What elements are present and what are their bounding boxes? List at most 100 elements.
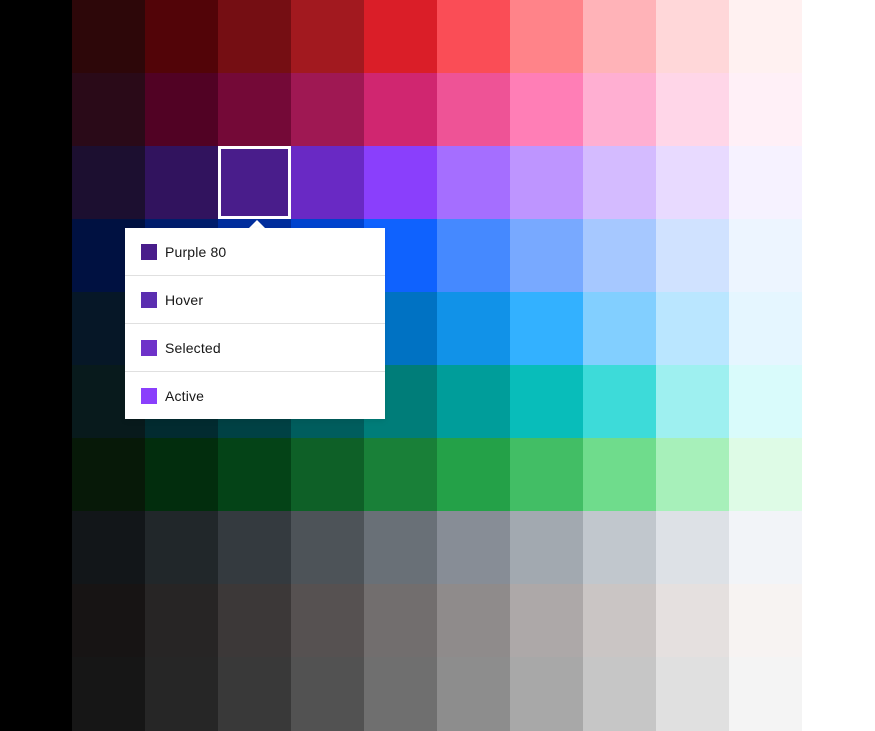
color-swatch[interactable] <box>729 438 802 511</box>
color-swatch[interactable] <box>583 292 656 365</box>
color-swatch[interactable] <box>437 146 510 219</box>
color-swatch[interactable] <box>729 511 802 584</box>
color-swatch[interactable] <box>510 584 583 657</box>
color-swatch[interactable] <box>510 438 583 511</box>
color-swatch[interactable] <box>656 146 729 219</box>
color-swatch[interactable] <box>145 146 218 219</box>
color-swatch[interactable] <box>218 0 291 73</box>
color-swatch[interactable] <box>145 584 218 657</box>
color-swatch[interactable] <box>510 511 583 584</box>
color-swatch[interactable] <box>510 657 583 731</box>
color-swatch[interactable] <box>656 292 729 365</box>
color-swatch[interactable] <box>72 146 145 219</box>
color-swatch[interactable] <box>583 584 656 657</box>
color-swatch[interactable] <box>656 438 729 511</box>
color-swatch[interactable] <box>656 73 729 146</box>
hover-label: Hover <box>165 291 204 308</box>
tooltip-row-selected: Selected <box>125 324 385 372</box>
color-swatch[interactable] <box>656 0 729 73</box>
tooltip-row-token: Purple 80 <box>125 228 385 276</box>
color-swatch[interactable] <box>510 0 583 73</box>
color-swatch[interactable] <box>145 657 218 731</box>
selected-label: Selected <box>165 339 221 356</box>
color-swatch[interactable] <box>583 0 656 73</box>
color-swatch[interactable] <box>729 657 802 731</box>
color-swatch[interactable] <box>656 365 729 438</box>
color-swatch[interactable] <box>583 438 656 511</box>
color-swatch[interactable] <box>583 73 656 146</box>
color-swatch[interactable] <box>218 657 291 731</box>
tooltip-row-active: Active <box>125 372 385 419</box>
color-swatch[interactable] <box>510 365 583 438</box>
color-swatch[interactable] <box>364 584 437 657</box>
color-tooltip: Purple 80 Hover Selected Active <box>125 228 385 419</box>
color-swatch[interactable] <box>291 73 364 146</box>
color-swatch[interactable] <box>437 0 510 73</box>
hover-color-chip <box>141 291 157 308</box>
color-swatch[interactable] <box>72 438 145 511</box>
token-color-chip <box>141 243 157 260</box>
color-swatch[interactable] <box>291 146 364 219</box>
color-swatch[interactable] <box>437 219 510 292</box>
color-swatch[interactable] <box>364 0 437 73</box>
color-swatch[interactable] <box>72 0 145 73</box>
color-swatch[interactable] <box>364 438 437 511</box>
color-swatch[interactable] <box>72 511 145 584</box>
color-swatch[interactable] <box>291 584 364 657</box>
color-swatch[interactable] <box>291 657 364 731</box>
color-swatch[interactable] <box>218 511 291 584</box>
color-swatch[interactable] <box>364 73 437 146</box>
color-swatch[interactable] <box>729 219 802 292</box>
color-swatch[interactable] <box>510 146 583 219</box>
color-swatch[interactable] <box>437 584 510 657</box>
color-swatch[interactable] <box>656 657 729 731</box>
color-swatch[interactable] <box>291 511 364 584</box>
black-column <box>0 0 72 731</box>
color-swatch[interactable] <box>583 511 656 584</box>
color-swatch[interactable] <box>437 657 510 731</box>
color-swatch[interactable] <box>510 73 583 146</box>
color-swatch[interactable] <box>218 438 291 511</box>
color-swatch[interactable] <box>364 146 437 219</box>
color-swatch[interactable] <box>145 438 218 511</box>
color-swatch[interactable] <box>510 292 583 365</box>
color-swatch[interactable] <box>583 365 656 438</box>
color-swatch[interactable] <box>583 657 656 731</box>
color-swatch[interactable] <box>291 0 364 73</box>
selected-color-chip <box>141 339 157 356</box>
color-swatch[interactable] <box>437 365 510 438</box>
color-swatch[interactable] <box>729 292 802 365</box>
color-swatch[interactable] <box>437 73 510 146</box>
color-swatch[interactable] <box>145 73 218 146</box>
color-swatch[interactable] <box>729 584 802 657</box>
color-swatch[interactable] <box>583 146 656 219</box>
color-swatch[interactable] <box>656 584 729 657</box>
color-swatch-selected[interactable] <box>218 146 291 219</box>
color-swatch[interactable] <box>656 511 729 584</box>
color-swatch[interactable] <box>437 511 510 584</box>
color-swatch[interactable] <box>145 511 218 584</box>
color-swatch[interactable] <box>72 584 145 657</box>
color-swatch[interactable] <box>729 73 802 146</box>
token-name-label: Purple 80 <box>165 243 227 260</box>
color-swatch[interactable] <box>145 0 218 73</box>
color-swatch[interactable] <box>729 146 802 219</box>
color-swatch[interactable] <box>729 365 802 438</box>
active-color-chip <box>141 387 157 404</box>
color-swatch[interactable] <box>437 292 510 365</box>
color-swatch[interactable] <box>72 657 145 731</box>
color-swatch[interactable] <box>291 438 364 511</box>
color-swatch[interactable] <box>218 584 291 657</box>
active-label: Active <box>165 387 205 404</box>
color-swatch[interactable] <box>218 73 291 146</box>
color-swatch[interactable] <box>364 657 437 731</box>
tooltip-caret <box>249 220 265 228</box>
color-swatch[interactable] <box>656 219 729 292</box>
color-swatch[interactable] <box>510 219 583 292</box>
color-swatch[interactable] <box>72 73 145 146</box>
color-swatch[interactable] <box>437 438 510 511</box>
color-swatch[interactable] <box>364 511 437 584</box>
tooltip-row-hover: Hover <box>125 276 385 324</box>
color-swatch[interactable] <box>583 219 656 292</box>
color-swatch[interactable] <box>729 0 802 73</box>
